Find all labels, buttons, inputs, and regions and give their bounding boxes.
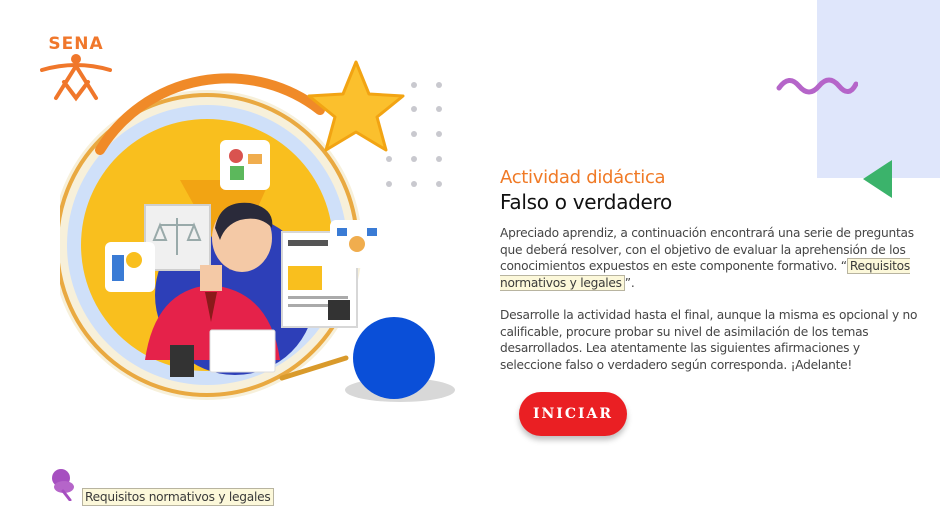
bottom-component-link[interactable]: Requisitos normativos y legales (82, 488, 274, 506)
activity-content: Actividad didáctica Falso o verdadero Ap… (500, 166, 925, 373)
start-button[interactable]: INICIAR (519, 392, 627, 436)
activity-label: Actividad didáctica (500, 167, 666, 188)
squiggle-icon (776, 77, 858, 95)
logo-text: SENA (48, 34, 104, 54)
instructions-paragraph: Desarrolle la actividad hasta el final, … (500, 308, 918, 372)
activity-intro-page: SENA Actividad didáctica Falso o verdade… (0, 0, 940, 528)
intro-text-end: ”. (624, 275, 635, 290)
activity-title: Falso o verdadero (500, 190, 672, 214)
intro-paragraph: Apreciado aprendiz, a continuación encon… (500, 225, 925, 291)
pushpin-icon (52, 469, 74, 501)
hero-illustration (60, 60, 455, 402)
